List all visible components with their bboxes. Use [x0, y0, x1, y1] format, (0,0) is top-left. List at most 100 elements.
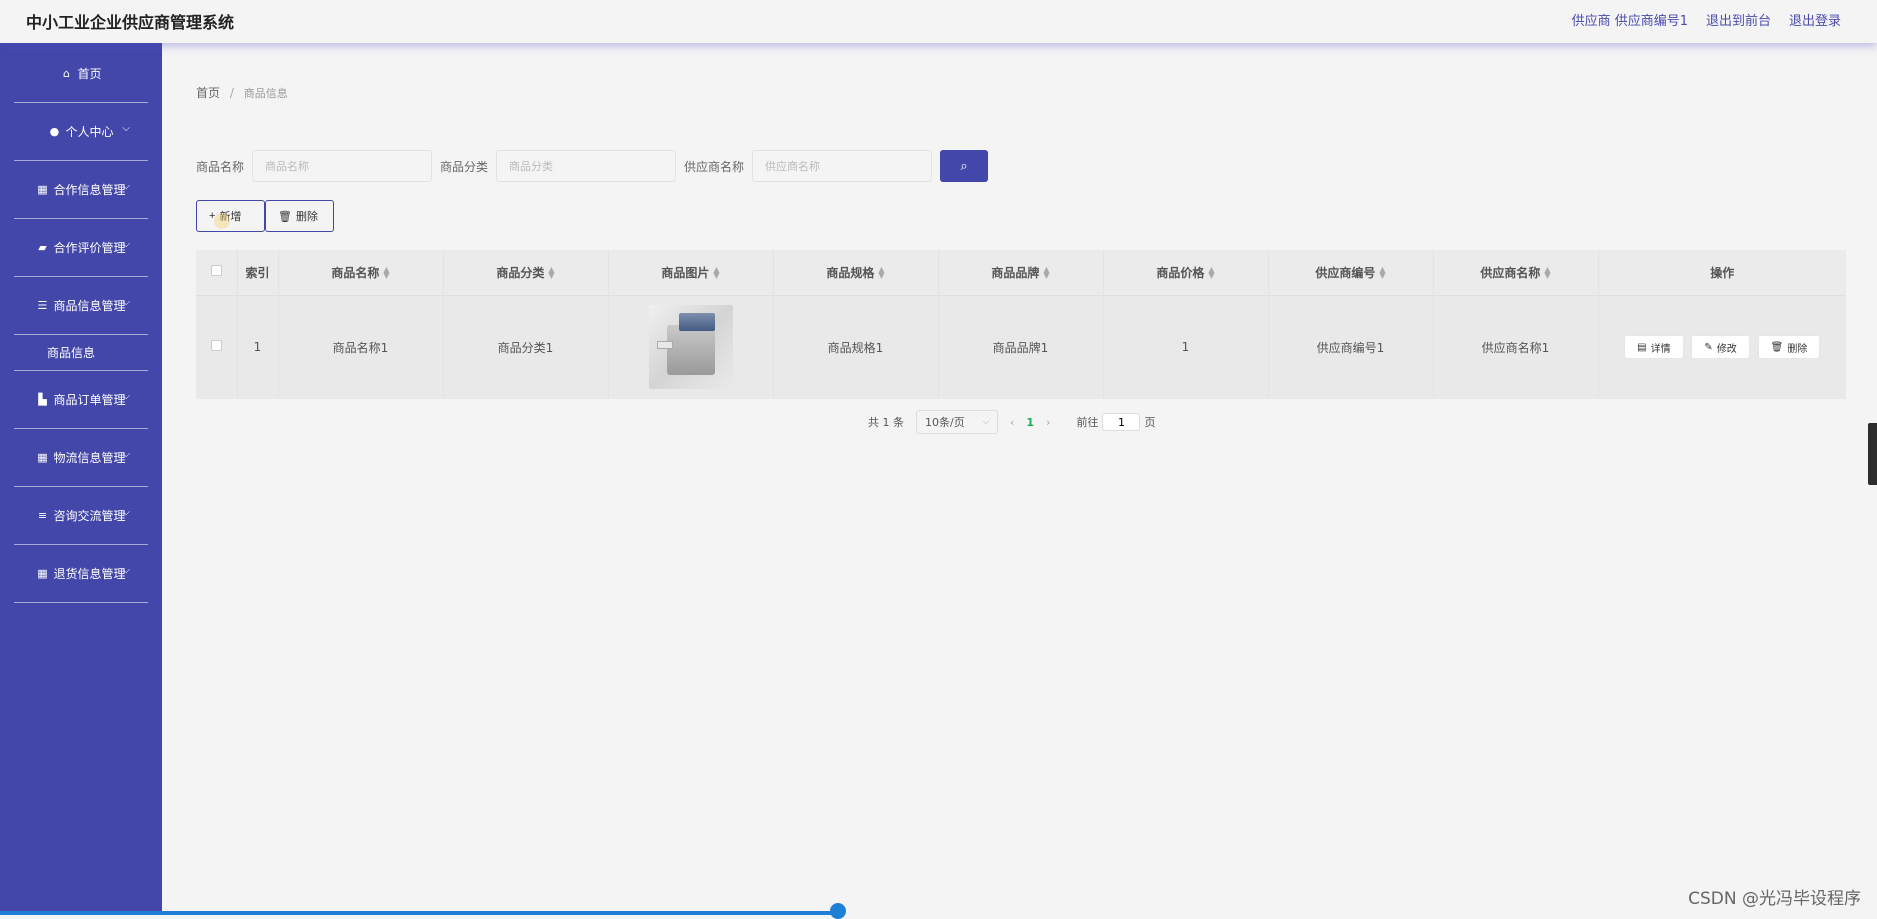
- sidebar-item-product-order[interactable]: ▙ 商品订单管理 ⌵: [14, 371, 148, 429]
- row-delete-button[interactable]: 🗑 删除: [1758, 335, 1821, 359]
- sidebar-item-label: 退货信息管理: [53, 565, 125, 582]
- search-button[interactable]: ⌕: [940, 150, 988, 182]
- mouse-cursor-highlight: [214, 213, 230, 229]
- product-category-input[interactable]: [496, 150, 676, 182]
- trash-icon: 🗑: [1771, 342, 1784, 353]
- detail-button[interactable]: ▤ 详情: [1624, 335, 1683, 359]
- briefcase-icon: ▰: [36, 241, 48, 254]
- home-icon: ⌂: [60, 67, 72, 80]
- product-table: 索引 商品名称▲▼ 商品分类▲▼ 商品图片▲▼ 商品规格▲▼ 商品品牌▲▼ 商品…: [196, 250, 1846, 399]
- cell-product-name: 商品名称1: [278, 295, 443, 399]
- breadcrumb: 首页 / 商品信息: [196, 84, 288, 101]
- grid-icon: ▦: [36, 451, 48, 464]
- row-checkbox[interactable]: [211, 340, 222, 351]
- column-header-operations: 操作: [1598, 250, 1846, 295]
- sidebar-item-label: 合作评价管理: [53, 239, 125, 256]
- logout-link[interactable]: 退出登录: [1789, 10, 1841, 29]
- loading-progress-bar: [0, 911, 840, 915]
- sidebar-item-label: 商品订单管理: [53, 391, 125, 408]
- edit-icon: ✎: [1704, 342, 1712, 353]
- sort-icon[interactable]: ▲▼: [878, 267, 884, 279]
- column-header-brand[interactable]: 商品品牌▲▼: [938, 250, 1103, 295]
- add-button[interactable]: + 新增: [196, 200, 265, 232]
- cell-product-image: [608, 295, 773, 399]
- goto-suffix: 页: [1144, 414, 1155, 430]
- header-links: 供应商 供应商编号1 退出到前台 退出登录: [1572, 10, 1841, 29]
- cell-product-spec: 商品规格1: [773, 295, 938, 399]
- page-number-current[interactable]: 1: [1026, 416, 1034, 429]
- sort-icon[interactable]: ▲▼: [548, 267, 554, 279]
- sort-icon[interactable]: ▲▼: [1544, 267, 1550, 279]
- column-header-category[interactable]: 商品分类▲▼: [443, 250, 608, 295]
- column-header-supplier-id[interactable]: 供应商编号▲▼: [1268, 250, 1433, 295]
- edit-button[interactable]: ✎ 修改: [1691, 335, 1749, 359]
- product-name-input[interactable]: [252, 150, 432, 182]
- sidebar-item-label: 物流信息管理: [53, 449, 125, 466]
- cell-product-brand: 商品品牌1: [938, 295, 1103, 399]
- supplier-name-input[interactable]: [752, 150, 932, 182]
- batch-delete-button[interactable]: 🗑 删除: [265, 200, 334, 232]
- sliders-icon: ☰: [36, 299, 48, 312]
- chevron-down-icon: ⌵: [122, 181, 130, 192]
- search-icon: ⌕: [960, 158, 967, 174]
- sort-icon[interactable]: ▲▼: [1208, 267, 1214, 279]
- watermark: CSDN @光冯毕设程序: [1688, 884, 1861, 909]
- sidebar-item-personal-center[interactable]: ● 个人中心 ⌵: [14, 103, 148, 161]
- total-count: 共 1 条: [868, 414, 904, 430]
- cell-index: 1: [237, 295, 278, 399]
- chevron-down-icon: ⌵: [122, 239, 130, 250]
- grid-icon: ▦: [36, 183, 48, 196]
- sort-icon[interactable]: ▲▼: [1379, 267, 1385, 279]
- table-row: 1 商品名称1 商品分类1 商品规格1 商品品牌1 1 供应商编号1 供应商名称…: [196, 295, 1846, 399]
- chevron-down-icon: ⌵: [122, 565, 130, 576]
- column-header-index: 索引: [237, 250, 278, 295]
- delete-button-label: 删除: [296, 208, 318, 224]
- product-category-label: 商品分类: [440, 158, 488, 175]
- sidebar-item-home[interactable]: ⌂ 首页: [14, 45, 148, 103]
- chevron-down-icon: ⌵: [122, 391, 130, 402]
- sidebar-item-cooperation-review[interactable]: ▰ 合作评价管理 ⌵: [14, 219, 148, 277]
- sidebar-item-consultation[interactable]: ≡ 咨询交流管理 ⌵: [14, 487, 148, 545]
- sidebar-item-label: 咨询交流管理: [53, 507, 125, 524]
- cell-operations: ▤ 详情 ✎ 修改 🗑 删除: [1598, 295, 1846, 399]
- sidebar-item-logistics[interactable]: ▦ 物流信息管理 ⌵: [14, 429, 148, 487]
- sidebar-subitem-product-info[interactable]: 商品信息: [14, 335, 148, 371]
- next-page-icon[interactable]: ›: [1046, 416, 1050, 429]
- page-scrollbar[interactable]: [1868, 423, 1877, 485]
- chevron-down-icon: ⌵: [122, 449, 130, 460]
- column-header-supplier-name[interactable]: 供应商名称▲▼: [1433, 250, 1598, 295]
- goto-page-input[interactable]: [1102, 413, 1140, 431]
- sort-icon[interactable]: ▲▼: [383, 267, 389, 279]
- document-icon: ▤: [1637, 342, 1646, 353]
- product-name-label: 商品名称: [196, 158, 244, 175]
- current-user-link[interactable]: 供应商 供应商编号1: [1572, 10, 1688, 29]
- cell-product-category: 商品分类1: [443, 295, 608, 399]
- goto-label: 前往: [1076, 414, 1098, 430]
- column-header-image[interactable]: 商品图片▲▼: [608, 250, 773, 295]
- column-header-spec[interactable]: 商品规格▲▼: [773, 250, 938, 295]
- sort-icon[interactable]: ▲▼: [1043, 267, 1049, 279]
- select-all-checkbox[interactable]: [211, 265, 222, 276]
- column-header-name[interactable]: 商品名称▲▼: [278, 250, 443, 295]
- chevron-down-icon: ⌵: [983, 417, 989, 427]
- cell-product-price: 1: [1103, 295, 1268, 399]
- detail-button-label: 详情: [1651, 340, 1671, 355]
- product-image-printer[interactable]: [649, 305, 733, 389]
- sidebar-item-cooperation-info[interactable]: ▦ 合作信息管理 ⌵: [14, 161, 148, 219]
- truck-icon: ▙: [36, 393, 48, 406]
- cell-supplier-id: 供应商编号1: [1268, 295, 1433, 399]
- edit-button-label: 修改: [1717, 340, 1737, 355]
- pagination: 共 1 条 10条/页 ⌵ ‹ 1 › 前往 页: [868, 410, 1155, 434]
- sidebar-item-product-info[interactable]: ☰ 商品信息管理 ⌵: [14, 277, 148, 335]
- breadcrumb-home[interactable]: 首页: [196, 86, 220, 100]
- prev-page-icon[interactable]: ‹: [1010, 416, 1014, 429]
- page-size-select[interactable]: 10条/页 ⌵: [916, 410, 998, 434]
- sort-icon[interactable]: ▲▼: [713, 267, 719, 279]
- sidebar-item-label: 首页: [77, 65, 101, 82]
- grid-icon: ▦: [36, 567, 48, 580]
- chevron-down-icon: ⌵: [122, 123, 130, 134]
- front-link[interactable]: 退出到前台: [1706, 10, 1771, 29]
- sidebar-item-returns[interactable]: ▦ 退货信息管理 ⌵: [14, 545, 148, 603]
- breadcrumb-current: 商品信息: [244, 87, 288, 100]
- column-header-price[interactable]: 商品价格▲▼: [1103, 250, 1268, 295]
